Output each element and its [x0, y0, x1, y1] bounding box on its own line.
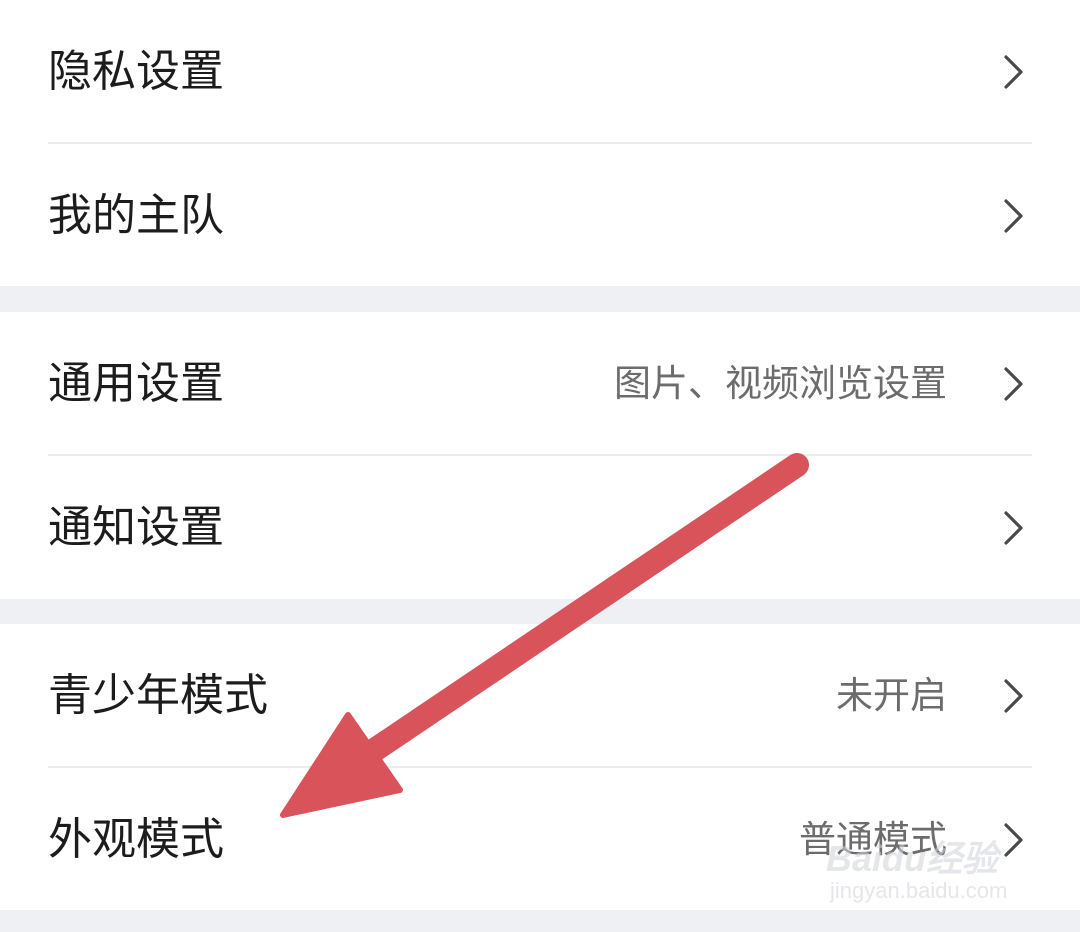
row-label: 青少年模式: [48, 670, 268, 721]
chevron-right-icon: [1004, 511, 1023, 545]
watermark-url: jingyan.baidu.com: [830, 878, 1008, 903]
settings-group-privacy: 隐私设置 我的主队: [0, 0, 1080, 286]
chevron-right-icon: [1004, 55, 1023, 89]
row-label: 通知设置: [48, 502, 224, 553]
row-teen-mode[interactable]: 青少年模式 未开启: [0, 624, 1080, 768]
settings-screen: 隐私设置 我的主队 通用设置 图片、视频浏览设置 通知设置 青少年模式 未开启: [0, 0, 1080, 932]
chevron-right-icon: [1004, 199, 1023, 233]
row-privacy-settings[interactable]: 隐私设置: [0, 0, 1080, 144]
chevron-right-icon: [1004, 367, 1023, 401]
row-label: 隐私设置: [48, 46, 224, 97]
chevron-right-icon: [1004, 679, 1023, 713]
row-my-home-team[interactable]: 我的主队: [0, 144, 1080, 288]
row-value: 未开启: [836, 674, 947, 717]
row-notification-settings[interactable]: 通知设置: [0, 456, 1080, 600]
settings-group-general: 通用设置 图片、视频浏览设置 通知设置: [0, 312, 1080, 599]
row-general-settings[interactable]: 通用设置 图片、视频浏览设置: [0, 312, 1080, 456]
baidu-jingyan-watermark: Baidu经验 jingyan.baidu.com: [826, 830, 1026, 910]
row-label: 通用设置: [48, 358, 224, 409]
row-label: 我的主队: [48, 190, 224, 241]
watermark-brand: Baidu经验: [826, 838, 999, 879]
row-value: 图片、视频浏览设置: [614, 362, 947, 405]
row-label: 外观模式: [48, 814, 224, 865]
